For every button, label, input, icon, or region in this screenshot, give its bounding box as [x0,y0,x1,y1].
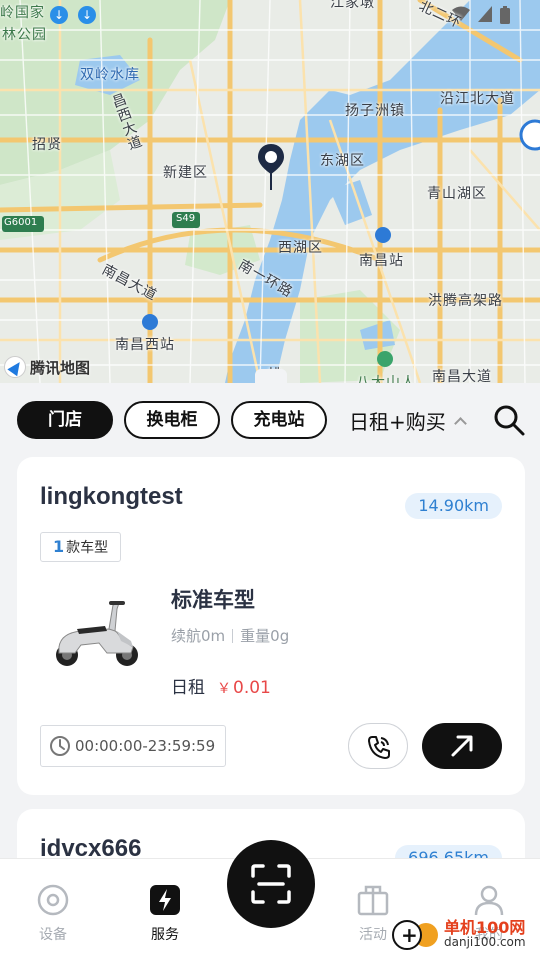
map-label: 岭国家 [0,5,45,21]
nav-device[interactable]: 设备 [18,883,88,944]
model-count-number: 1 [53,537,65,556]
search-icon[interactable] [492,403,526,437]
store-name: lingkongtest [40,483,183,510]
tencent-map-icon [4,356,26,378]
distance-badge: 14.90km [405,493,502,519]
location-pin-icon[interactable] [256,142,286,196]
map-label: 沿江北大道 [440,91,515,107]
chevron-up-icon [453,416,467,430]
map-label: 江家墩 [330,0,375,11]
business-hours: 00:00:00-23:59:59 [40,725,227,767]
weight-text: 重量0g [240,627,290,645]
user-icon [474,885,504,916]
model-count-label: 款车型 [66,540,109,556]
filter-battery-cabinet-button[interactable]: 换电柜 [124,401,220,439]
watermark-title: 单机100网 [444,918,526,937]
arrow-up-right-icon [451,735,473,757]
divider [232,628,234,643]
device-icon [37,884,69,916]
map-provider-logo: 腾讯地图 [4,356,90,378]
map-provider-label: 腾讯地图 [30,358,91,377]
rent-type-label: 日租 [171,678,205,698]
price: ￥ 0.01 [217,678,271,698]
drag-handle[interactable] [255,369,287,383]
gift-icon [357,885,389,916]
map-label: 西湖区 [278,240,323,256]
phone-icon [368,736,390,759]
store-card[interactable]: lingkongtest 14.90km 1 款车型 标准车型 续航0m 重量0g… [17,457,525,795]
clock-icon [50,736,70,756]
road-shield: S49 [176,213,196,224]
map-label: 新建区 [163,165,208,181]
map-label: 南昌西站 [115,337,175,353]
filter-store-button[interactable]: 门店 [17,401,113,439]
road-shield: G6001 [4,217,38,228]
battery-icon [500,6,510,24]
call-button[interactable] [348,723,408,769]
watermark-logo-icon [392,920,422,950]
map-label: 招贤 [32,137,62,153]
rent-mode-label: 日租+购买 [349,409,446,434]
price-value: 0.01 [233,678,271,698]
signal-icon [478,6,492,22]
map-label: 八大山人 [356,375,416,383]
map-label: 南昌大道 [432,369,492,383]
nav-service-label: 服务 [151,927,179,943]
map-label: 林公园 [2,27,47,43]
map-view[interactable]: ↓ ↓ 岭国家 林公园 江家墩 北二环 双岭水库 扬子洲镇 沿江北大道 昌西大道… [0,0,540,383]
model-count-tag: 1 款车型 [40,532,122,562]
watermark-url: danji100.com [444,935,526,949]
scooter-image [56,601,138,666]
scan-icon [251,864,291,904]
model-name: 标准车型 [171,588,255,612]
lightning-icon [150,885,180,915]
rent-mode-dropdown[interactable]: 日租+购买 [349,403,467,437]
map-label: 双岭水库 [80,67,140,83]
business-hours-text: 00:00:00-23:59:59 [75,737,216,755]
map-label: 洪腾高架路 [428,293,503,309]
map-label: 青山湖区 [427,186,487,202]
map-label: 南昌站 [359,253,404,269]
map-label: 东湖区 [320,153,365,169]
nav-device-label: 设备 [39,927,67,943]
scan-button[interactable] [227,840,315,928]
navigate-button[interactable] [422,723,502,769]
range-text: 续航0m [171,627,226,645]
download-icon: ↓ [78,6,96,24]
filter-charging-station-button[interactable]: 充电站 [231,401,327,439]
price-row: 日租 ￥ 0.01 [171,673,271,698]
price-currency: ￥ [217,681,231,697]
filter-row: 门店 换电柜 充电站 日租+购买 [0,401,540,441]
watermark-text: 单机100网 danji100.com [444,920,526,950]
map-label: 扬子洲镇 [345,103,405,119]
nav-service[interactable]: 服务 [130,883,200,944]
watermark: 单机100网 danji100.com [392,920,526,950]
download-icon: ↓ [50,6,68,24]
model-specs: 续航0m 重量0g [171,625,289,646]
